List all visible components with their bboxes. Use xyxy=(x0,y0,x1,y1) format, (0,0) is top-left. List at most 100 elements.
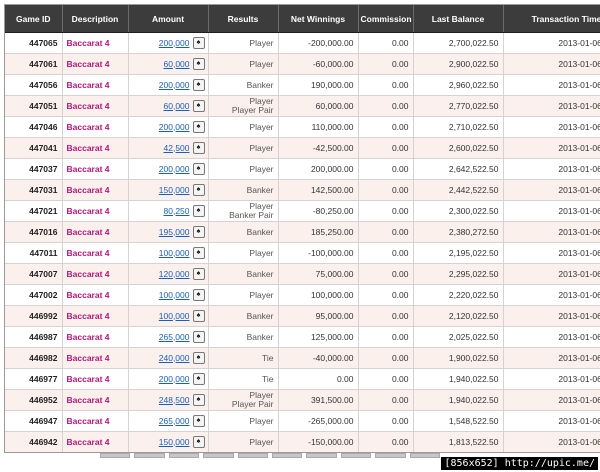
last-balance-cell: 1,900,022.50 xyxy=(413,347,504,369)
amount-cell: 200,000 ♠ xyxy=(128,368,209,390)
page-button[interactable] xyxy=(134,453,165,458)
game-id-cell: 447002 xyxy=(5,284,63,306)
amount-link[interactable]: 120,000 xyxy=(159,269,190,279)
spade-card-icon[interactable]: ♠ xyxy=(192,37,205,49)
page-button[interactable] xyxy=(100,453,131,458)
amount-link[interactable]: 200,000 xyxy=(159,80,190,90)
amount-link[interactable]: 248,500 xyxy=(159,395,190,405)
col-header-commission[interactable]: Commission xyxy=(358,5,414,33)
result-text: Banker xyxy=(246,331,274,342)
transaction-time-cell: 2013-01-06 14:33 xyxy=(503,305,600,327)
spade-card-icon[interactable]: ♠ xyxy=(192,121,205,133)
page-button[interactable] xyxy=(409,453,441,458)
transaction-time-cell: 2013-01-06 14:44 xyxy=(503,137,600,159)
page-button[interactable] xyxy=(168,453,200,458)
col-header-results[interactable]: Results xyxy=(208,5,279,33)
transaction-time-cell: 2013-01-06 14:37 xyxy=(503,242,600,264)
amount-cell: 265,000 ♠ xyxy=(128,410,209,432)
spade-card-icon[interactable]: ♠ xyxy=(192,58,205,70)
amount-cell: 100,000 ♠ xyxy=(128,242,209,264)
game-id-cell: 447041 xyxy=(5,137,63,159)
header-row: Game ID Description Amount Results Net W… xyxy=(5,5,600,33)
amount-link[interactable]: 42,500 xyxy=(164,143,190,153)
transaction-time-cell: 2013-01-06 14:29 xyxy=(503,368,600,390)
transaction-time-cell: 2013-01-06 14:31 xyxy=(503,326,600,348)
amount-link[interactable]: 200,000 xyxy=(159,38,190,48)
commission-cell: 0.00 xyxy=(358,200,414,222)
col-header-net-winnings[interactable]: Net Winnings xyxy=(278,5,359,33)
net-winnings-cell: -80,250.00 xyxy=(278,200,359,222)
amount-link[interactable]: 200,000 xyxy=(159,164,190,174)
amount-link[interactable]: 150,000 xyxy=(159,185,190,195)
amount-link[interactable]: 200,000 xyxy=(159,122,190,132)
spade-card-icon[interactable]: ♠ xyxy=(192,79,205,91)
spade-card-icon[interactable]: ♠ xyxy=(192,436,205,448)
table-row: 446982 Baccarat 4 240,000 ♠ Tie -40,000.00 0.0… xyxy=(5,347,600,369)
spade-card-icon[interactable]: ♠ xyxy=(192,100,205,112)
net-winnings-cell: -42,500.00 xyxy=(278,137,359,159)
amount-link[interactable]: 60,000 xyxy=(164,59,190,69)
result-pair-text: Banker Pair xyxy=(229,210,274,220)
last-balance-cell: 2,700,022.50 xyxy=(413,32,504,54)
amount-link[interactable]: 100,000 xyxy=(159,290,190,300)
table-row: 446947 Baccarat 4 265,000 ♠ Player -265,000.0… xyxy=(5,410,600,432)
table-row: 447065 Baccarat 4 200,000 ♠ Player -200,000.0… xyxy=(5,32,600,54)
transaction-time-cell: 2013-01-06 14:39 xyxy=(503,221,600,243)
col-header-last-balance[interactable]: Last Balance xyxy=(413,5,504,33)
amount-link[interactable]: 80,250 xyxy=(164,206,190,216)
col-header-transaction-time[interactable]: Transaction Time xyxy=(503,5,600,33)
net-winnings-cell: 60,000.00 xyxy=(278,95,359,117)
result-text: Player xyxy=(249,247,274,258)
amount-cell: 200,000 ♠ xyxy=(128,158,209,180)
commission-cell: 0.00 xyxy=(358,263,414,285)
last-balance-cell: 2,025,022.50 xyxy=(413,326,504,348)
amount-link[interactable]: 60,000 xyxy=(164,101,190,111)
table-row: 447016 Baccarat 4 195,000 ♠ Banker 185,250.00… xyxy=(5,221,600,243)
spade-card-icon[interactable]: ♠ xyxy=(192,142,205,154)
spade-card-icon[interactable]: ♠ xyxy=(192,247,205,259)
amount-cell: 265,000 ♠ xyxy=(128,326,209,348)
result-text: Player xyxy=(249,415,274,426)
spade-card-icon[interactable]: ♠ xyxy=(192,310,205,322)
amount-link[interactable]: 150,000 xyxy=(159,437,190,447)
page-button[interactable] xyxy=(203,453,234,458)
description-cell: Baccarat 4 xyxy=(62,284,129,306)
spade-card-icon[interactable]: ♠ xyxy=(192,163,205,175)
result-cell: Player xyxy=(208,431,279,452)
spade-card-icon[interactable]: ♠ xyxy=(192,268,205,280)
amount-link[interactable]: 100,000 xyxy=(159,248,190,258)
amount-link[interactable]: 100,000 xyxy=(159,311,190,321)
col-header-game-id[interactable]: Game ID xyxy=(5,5,63,33)
page-button[interactable] xyxy=(306,453,337,458)
spade-card-icon[interactable]: ♠ xyxy=(192,373,205,385)
spade-card-icon[interactable]: ♠ xyxy=(192,415,205,427)
spade-card-icon[interactable]: ♠ xyxy=(192,331,205,343)
page-button[interactable] xyxy=(340,453,372,458)
amount-link[interactable]: 240,000 xyxy=(159,353,190,363)
spade-card-icon[interactable]: ♠ xyxy=(192,289,205,301)
commission-cell: 0.00 xyxy=(358,347,414,369)
result-cell: Banker xyxy=(208,74,279,96)
col-header-description[interactable]: Description xyxy=(62,5,129,33)
result-text: Banker xyxy=(246,310,274,321)
col-header-amount[interactable]: Amount xyxy=(128,5,209,33)
spade-card-icon[interactable]: ♠ xyxy=(192,352,205,364)
amount-link[interactable]: 195,000 xyxy=(159,227,190,237)
amount-cell: 60,000 ♠ xyxy=(128,95,209,117)
amount-link[interactable]: 265,000 xyxy=(159,332,190,342)
amount-link[interactable]: 200,000 xyxy=(159,374,190,384)
page-button[interactable] xyxy=(237,453,269,458)
result-text: Player xyxy=(249,121,274,132)
page-button[interactable] xyxy=(375,453,406,458)
page-button[interactable] xyxy=(272,453,303,458)
spade-card-icon[interactable]: ♠ xyxy=(192,226,205,238)
amount-cell: 240,000 ♠ xyxy=(128,347,209,369)
spade-card-icon[interactable]: ♠ xyxy=(192,394,205,406)
amount-cell: 195,000 ♠ xyxy=(128,221,209,243)
game-id-cell: 447037 xyxy=(5,158,63,180)
spade-card-icon[interactable]: ♠ xyxy=(192,184,205,196)
amount-link[interactable]: 265,000 xyxy=(159,416,190,426)
net-winnings-cell: -265,000.00 xyxy=(278,410,359,432)
transaction-time-cell: 2013-01-06 14:35 xyxy=(503,284,600,306)
spade-card-icon[interactable]: ♠ xyxy=(192,205,205,217)
